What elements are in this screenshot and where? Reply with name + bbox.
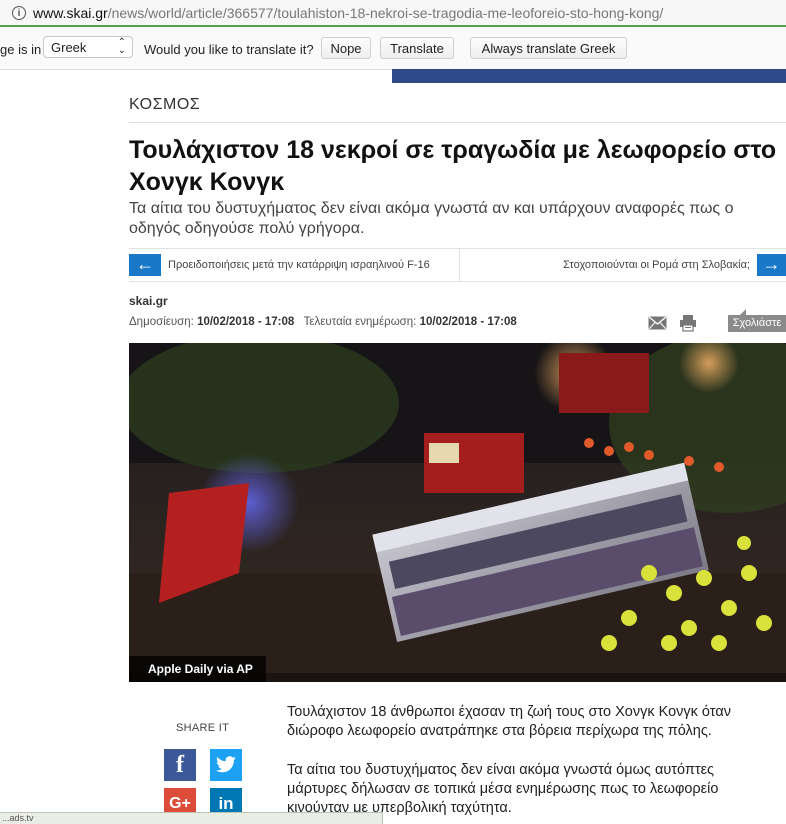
- next-arrow-icon[interactable]: →: [757, 254, 786, 276]
- language-select[interactable]: Greek ⌃ ⌄: [43, 36, 133, 58]
- share-label: SHARE IT: [176, 722, 230, 734]
- language-select-value: Greek: [51, 40, 87, 55]
- translate-bar: ge is in Greek ⌃ ⌄ Would you like to tran…: [0, 27, 786, 70]
- article-paragraph: Τουλάχιστον 18 άνθρωποι έχασαν τη ζωή το…: [287, 704, 731, 739]
- info-icon[interactable]: i: [12, 6, 26, 20]
- article-navigation: ← Προειδοποιήσεις μετά την κατάρριψη ισρ…: [129, 248, 786, 282]
- select-arrows-icon: ⌃ ⌄: [117, 37, 126, 56]
- comment-button[interactable]: Σχολιάστε: [728, 309, 786, 332]
- twitter-icon[interactable]: [210, 749, 242, 781]
- print-icon[interactable]: [679, 314, 697, 332]
- address-bar[interactable]: i www.skai.gr/news/world/article/366577/…: [0, 0, 786, 27]
- prev-article-link[interactable]: Προειδοποιήσεις μετά την κατάρριψη ισραη…: [168, 259, 430, 271]
- url-text[interactable]: www.skai.gr/news/world/article/366577/to…: [33, 5, 663, 21]
- article-photo[interactable]: [129, 343, 786, 682]
- email-icon[interactable]: [648, 316, 667, 330]
- bus-accident-image: [129, 343, 786, 682]
- photo-caption: Apple Daily via AP: [129, 656, 266, 682]
- article-subtitle: Τα αίτια του δυστυχήματος δεν είναι ακόμ…: [129, 200, 734, 237]
- updated-label: Τελευταία ενημέρωση:: [303, 316, 417, 328]
- article-source: skai.gr: [129, 294, 168, 308]
- twitter-bird-icon: [216, 756, 236, 773]
- updated-date: 10/02/2018 - 17:08: [419, 316, 517, 328]
- article-paragraph: Τα αίτια του δυστυχήματος δεν είναι ακόμ…: [287, 762, 719, 816]
- facebook-icon[interactable]: f: [164, 749, 196, 781]
- status-bar: ...ads.tv: [0, 812, 383, 824]
- page-language-label: ge is in: [0, 42, 42, 57]
- url-host: www.skai.gr: [33, 5, 108, 21]
- published-label: Δημοσίευση:: [129, 316, 194, 328]
- article-title: Τουλάχιστον 18 νεκροί σε τραγωδία με λεω…: [129, 136, 777, 196]
- top-banner-ad[interactable]: [392, 69, 786, 83]
- always-translate-button[interactable]: Always translate Greek: [470, 37, 627, 59]
- next-article-link[interactable]: Στοχοποιούνται οι Ρομά στη Σλοβακία;: [563, 259, 750, 271]
- published-date: 10/02/2018 - 17:08: [197, 316, 295, 328]
- url-path: /news/world/article/366577/toulahiston-1…: [107, 5, 664, 21]
- translate-button[interactable]: Translate: [380, 37, 454, 59]
- prev-arrow-icon[interactable]: ←: [129, 254, 161, 276]
- nope-button[interactable]: Nope: [321, 37, 371, 59]
- section-label[interactable]: ΚΟΣΜΟΣ: [129, 96, 200, 114]
- article-dates: Δημοσίευση: 10/02/2018 - 17:08 Τελευταία…: [129, 316, 517, 328]
- translate-question: Would you like to translate it?: [144, 42, 314, 57]
- nav-separator: [459, 249, 460, 281]
- section-divider: [129, 122, 786, 123]
